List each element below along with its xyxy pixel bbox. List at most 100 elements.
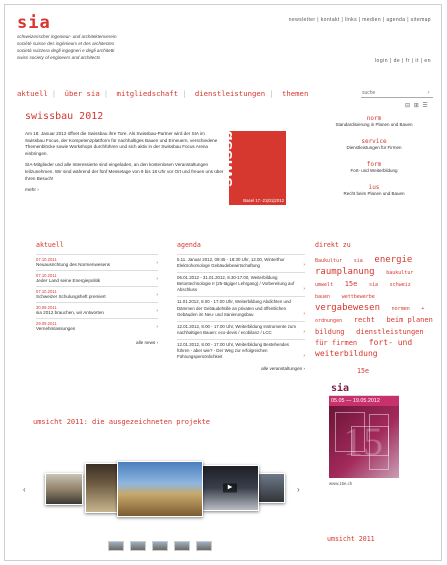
poster-date: Basel 17.-21|01|2012	[243, 198, 284, 203]
gallery-photo[interactable]	[45, 473, 83, 505]
agenda-column: agenda 5.11. Januar 2012, 09:45 - 18:30 …	[177, 241, 305, 371]
15e-advertisement[interactable]: sia 05.05 — 19.05.2012 15	[329, 382, 399, 478]
play-icon[interactable]: ▶	[223, 483, 237, 493]
page-tools-icons[interactable]: ⊟ ⊞ ☰	[405, 102, 429, 109]
arrow-right-icon: ›	[156, 276, 158, 282]
swissbau-poster[interactable]: swissbau Basel 17.-21|01|2012	[229, 131, 286, 205]
quick-link-ius[interactable]: ius Recht beim Planen und Bauen	[315, 184, 433, 196]
quick-link-subtitle: Dienstleistungen für Firmen	[346, 145, 402, 150]
tag-link[interactable]: 15e	[345, 280, 358, 288]
feature-paragraph-1: Am 18. Januar 2012 öffnet die Swissbau i…	[25, 131, 218, 156]
tagline-de: schweizerischer ingenieur- und architekt…	[17, 34, 117, 39]
arrow-right-icon: ›	[303, 328, 305, 335]
search-input[interactable]	[361, 89, 433, 98]
tag-link[interactable]: wettbewerbe	[342, 294, 375, 300]
gallery-thumbnail[interactable]	[130, 541, 146, 551]
agenda-item[interactable]: 06.01.2012 - 31.01.2012, 8.30-17.00, Wei…	[177, 272, 305, 296]
nav-dienstleistungen[interactable]: dienstleistungen	[195, 89, 265, 98]
tag-link[interactable]: sia	[369, 282, 378, 288]
gallery-heading: umsicht 2011: die ausgezeichneten projek…	[33, 418, 211, 426]
tag-link[interactable]: +	[421, 306, 424, 312]
arrow-right-icon: ›	[303, 353, 305, 360]
gallery-thumbnails	[15, 541, 305, 551]
search-button[interactable]: ›	[424, 89, 433, 98]
ad-graphic: 15	[329, 406, 399, 478]
sia-logo[interactable]: sia	[17, 13, 51, 33]
top-navigation[interactable]: newsletter | kontakt | links | medien | …	[289, 17, 431, 23]
gallery-thumbnail[interactable]	[196, 541, 212, 551]
direct-links: direkt zu Baukultur sia energie raumplan…	[315, 241, 433, 358]
agenda-item[interactable]: 5.11. Januar 2012, 09:45 - 18:30 Uhr, 12…	[177, 254, 305, 272]
feature-paragraph-2: SIA-Mitglieder und alle Interessierte si…	[25, 162, 224, 181]
tag-link[interactable]: energie	[374, 255, 412, 265]
feature-text: Am 18. Januar 2012 öffnet die Swissbau i…	[25, 131, 225, 195]
tagline-it: società svizzera degli ingegneri e degli…	[17, 48, 115, 53]
feature-more-link[interactable]: mehr ›	[25, 188, 225, 195]
quick-link-title: service	[361, 138, 387, 145]
gallery-photo[interactable]	[255, 473, 285, 503]
main-navigation: aktuell | über sia | mitgliedschaft | diens…	[17, 89, 309, 98]
nav-ueber-sia[interactable]: über sia	[65, 89, 100, 98]
language-switcher[interactable]: login | de | fr | it | en	[375, 58, 431, 64]
arrow-right-icon: ›	[303, 310, 305, 317]
tag-link[interactable]: baukultur	[386, 270, 413, 276]
quick-link-title: form	[366, 161, 382, 168]
tag-link[interactable]: raumplanung	[315, 267, 375, 277]
nav-aktuell[interactable]: aktuell	[17, 89, 48, 98]
agenda-text: 06.01.2012 - 31.01.2012, 8.30-17.00, Wei…	[177, 275, 295, 293]
nav-themen[interactable]: themen	[282, 89, 308, 98]
gallery-photo[interactable]: ▶	[201, 465, 259, 511]
quick-link-form[interactable]: form Fort- und Weiterbildung	[315, 161, 433, 173]
tag-link[interactable]: ordnungen	[315, 318, 342, 324]
tag-link[interactable]: normen	[392, 306, 410, 312]
ad-brand: sia	[329, 382, 399, 396]
news-item[interactable]: 07.10.2011 Neuausrichtung des Normenwesen…	[36, 254, 158, 270]
chevron-left-icon[interactable]: ‹	[23, 485, 29, 495]
project-gallery: ‹ › ▶	[17, 433, 307, 553]
direct-links-heading: direkt zu	[315, 241, 351, 249]
browser-page: sia schweizerischer ingenieur- und archi…	[4, 4, 442, 561]
tag-link[interactable]: vergabewesen	[315, 303, 380, 313]
news-item[interactable]: 29.09.2011 Vernehmlassungen ›	[36, 318, 158, 334]
news-item[interactable]: 07.10.2011 Jeder Land seine Energiepoliti…	[36, 270, 158, 286]
news-heading: aktuell	[36, 241, 64, 249]
tag-link[interactable]: umwelt	[315, 282, 333, 288]
umsicht-heading: umsicht 2011	[327, 535, 375, 543]
gallery-photo-featured[interactable]	[117, 461, 203, 517]
news-item[interactable]: 30.09.2011 sia 2012 brauchen, wir Antwort…	[36, 302, 158, 318]
quick-link-norm[interactable]: norm Standardisierung in Planen und Baue…	[315, 115, 433, 127]
all-events-link[interactable]: alle veranstaltungen ›	[177, 366, 305, 371]
quick-links: norm Standardisierung in Planen und Baue…	[315, 115, 433, 207]
quick-link-title: norm	[366, 115, 382, 122]
arrow-right-icon: ›	[156, 292, 158, 298]
ad-dates: 05.05 — 19.05.2012	[329, 396, 399, 406]
chevron-right-icon[interactable]: ›	[297, 485, 303, 495]
agenda-item[interactable]: 11.01.2012, 8.00 - 17.00 Uhr, Weiterbild…	[177, 296, 305, 320]
arrow-right-icon: ›	[303, 286, 305, 293]
gallery-thumbnail[interactable]	[152, 541, 168, 551]
agenda-heading: agenda	[177, 241, 201, 249]
agenda-text: 12.01.2012, 8.00 - 17.00 Uhr, Weiterbild…	[177, 323, 297, 335]
quick-link-title: ius	[368, 184, 380, 191]
tag-link[interactable]: recht	[354, 316, 375, 324]
nav-mitgliedschaft[interactable]: mitgliedschaft	[117, 89, 179, 98]
agenda-item[interactable]: 12.01.2012, 8.00 - 17.00 Uhr, Weiterbild…	[177, 320, 305, 339]
arrow-right-icon: ›	[156, 260, 158, 266]
tagline-en: swiss society of engineers and architect…	[17, 55, 101, 60]
gallery-thumbnail[interactable]	[174, 541, 190, 551]
gallery-thumbnail[interactable]	[108, 541, 124, 551]
news-item[interactable]: 07.10.2011 Schweizer Schulungsheft premie…	[36, 286, 158, 302]
arrow-right-icon: ›	[156, 308, 158, 314]
tag-link[interactable]: schweiz	[390, 282, 411, 288]
agenda-item[interactable]: 12.01.2012, 8.00 - 17.00 Uhr, Weiterbild…	[177, 338, 305, 363]
quick-link-service[interactable]: service Dienstleistungen für Firmen	[315, 138, 433, 150]
tag-link[interactable]: Baukultur	[315, 258, 342, 264]
all-news-link[interactable]: alle news ›	[36, 340, 158, 345]
agenda-text: 5.11. Januar 2012, 09:45 - 18:30 Uhr, 12…	[177, 257, 285, 269]
ad-caption[interactable]: www.15e.ch	[329, 481, 352, 486]
quick-link-subtitle: Recht beim Planen und Bauen	[343, 191, 405, 196]
tag-link[interactable]: bauen	[315, 294, 330, 300]
tag-link[interactable]: sia	[354, 258, 363, 264]
quick-link-subtitle: Standardisierung in Planen und Bauen	[335, 122, 413, 127]
arrow-right-icon: ›	[156, 324, 158, 330]
